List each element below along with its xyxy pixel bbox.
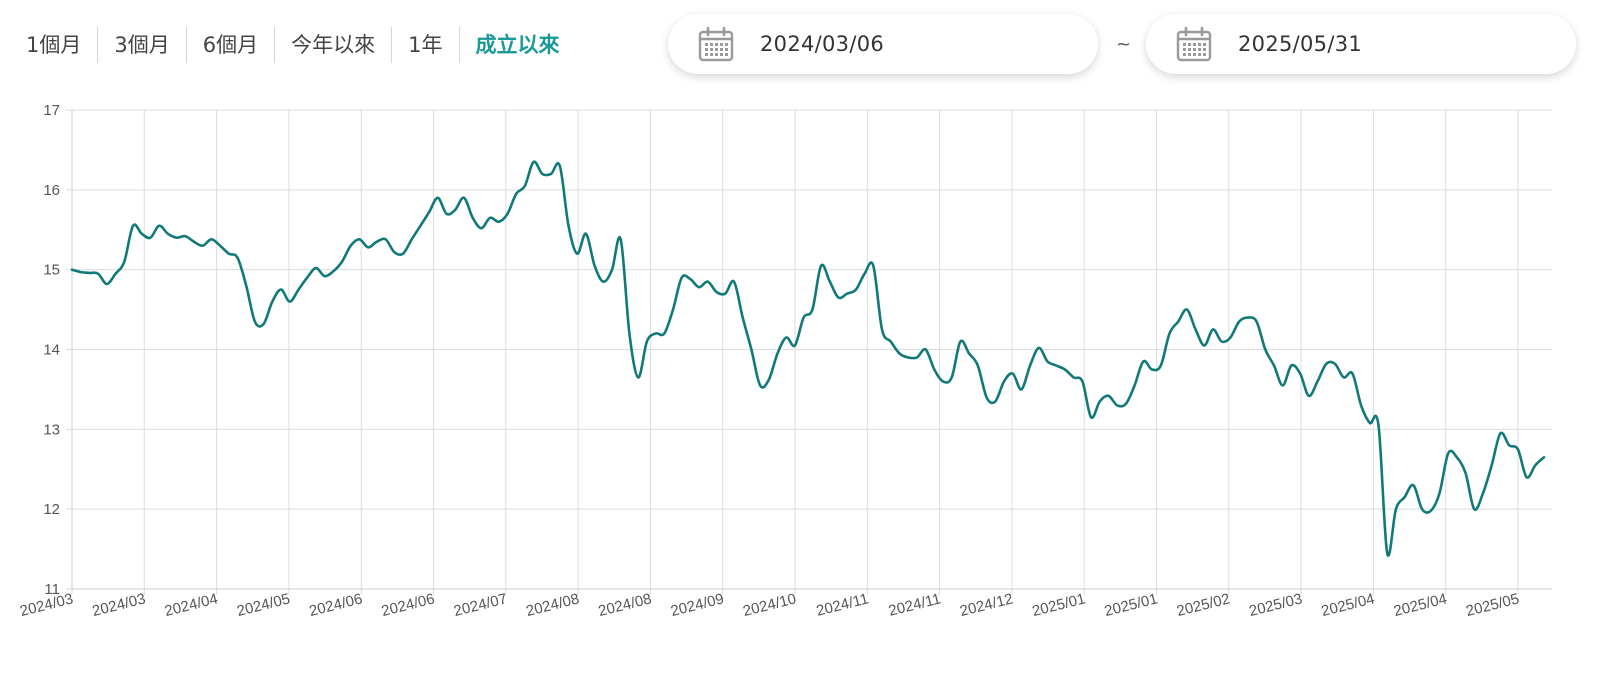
price-chart-svg: 111213141516172024/03 2024/03 2024/04 2024/… xyxy=(18,102,1552,620)
x-tick-label: 2024/10 xyxy=(741,590,798,620)
range-tab[interactable]: 今年以來 xyxy=(275,27,393,63)
x-tick-label: 2024/05 xyxy=(235,590,292,620)
y-tick-label: 17 xyxy=(43,102,60,119)
x-tick-label: 2025/02 xyxy=(1175,590,1232,620)
x-tick-label: 2025/01 xyxy=(1030,590,1087,620)
x-tick-label: 2025/03 xyxy=(1247,590,1304,620)
x-tick-label: 2024/11 xyxy=(887,590,943,619)
x-tick-label: 2025/01 xyxy=(1103,590,1160,620)
range-tab[interactable]: 1個月 xyxy=(16,27,99,63)
x-tick-label: 2024/07 xyxy=(452,590,509,620)
range-tab[interactable]: 成立以來 xyxy=(460,27,576,63)
range-tabs: 1個月 3個月 6個月 今年以來 1年 成立以來 xyxy=(16,27,576,63)
x-tick-label: 2024/04 xyxy=(163,590,220,620)
x-tick-label: 2024/08 xyxy=(597,590,654,620)
price-chart: 11 12 13 14 15 16 17 2024/03 2024/03 2024/04 2024/… xyxy=(0,92,1600,686)
range-tab[interactable]: 3個月 xyxy=(98,27,187,63)
y-tick-label: 13 xyxy=(43,421,60,438)
x-tick-label: 2025/04 xyxy=(1320,590,1377,620)
x-tick-label: 2024/12 xyxy=(958,590,1015,620)
start-date-value: 2024/03/06 xyxy=(760,32,885,56)
range-tab[interactable]: 6個月 xyxy=(187,27,276,63)
date-range-separator: ~ xyxy=(1116,34,1132,55)
y-tick-label: 16 xyxy=(43,182,60,199)
calendar-icon xyxy=(1176,26,1212,62)
toolbar: 1個月 3個月 6個月 今年以來 1年 成立以來 2024/03/06 ~ 20… xyxy=(0,0,1600,92)
start-date-picker[interactable]: 2024/03/06 xyxy=(668,14,1098,74)
y-tick-label: 12 xyxy=(43,501,60,518)
calendar-icon xyxy=(698,26,734,62)
x-tick-label: 2024/06 xyxy=(380,590,437,620)
x-tick-label: 2025/04 xyxy=(1392,590,1449,620)
end-date-value: 2025/05/31 xyxy=(1238,32,1363,56)
x-tick-label: 2024/09 xyxy=(669,590,726,620)
range-tab[interactable]: 1年 xyxy=(392,27,460,63)
x-tick-label: 2024/11 xyxy=(815,590,871,619)
x-tick-label: 2024/08 xyxy=(524,590,581,620)
x-tick-label: 2025/05 xyxy=(1464,590,1521,620)
y-tick-label: 15 xyxy=(43,262,60,279)
end-date-picker[interactable]: 2025/05/31 xyxy=(1146,14,1576,74)
x-tick-label: 2024/06 xyxy=(307,590,364,620)
series-line xyxy=(70,160,1546,557)
y-tick-label: 14 xyxy=(43,342,60,359)
x-tick-label: 2024/03 xyxy=(91,590,148,620)
